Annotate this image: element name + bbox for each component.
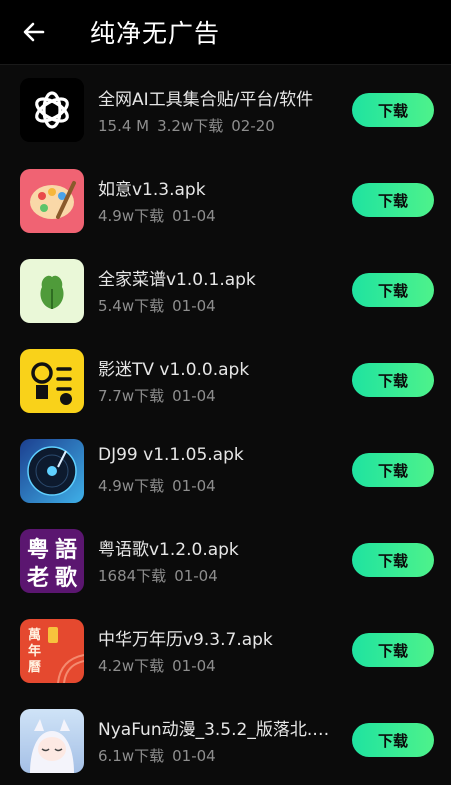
item-name: 影迷TV v1.0.0.apk xyxy=(98,360,250,380)
item-date: 01-04 xyxy=(172,297,216,315)
item-downloads: 1684下载 xyxy=(98,567,167,585)
item-size: 15.4 M xyxy=(98,117,150,135)
list-item[interactable]: 影迷TV v1.0.0.apk 7.7w下载 01-04 下载 xyxy=(0,335,451,425)
item-downloads: 4.9w下载 xyxy=(98,477,165,495)
item-name: DJ99 v1.1.05.apk xyxy=(98,445,244,465)
vegetable-icon xyxy=(20,259,84,323)
download-button[interactable]: 下载 xyxy=(352,363,434,397)
download-button[interactable]: 下载 xyxy=(352,183,434,217)
list-item[interactable]: 全家菜谱v1.0.1.apk 5.4w下载 01-04 下载 xyxy=(0,245,451,335)
icon-char: 萬 xyxy=(28,627,41,643)
item-name: NyaFun动漫_3.5.2_版落北.apk xyxy=(98,720,334,740)
list-item[interactable]: 全网AI工具集合贴/平台/软件 15.4 M 3.2w下载 02-20 下载 xyxy=(0,65,451,155)
list-item[interactable]: DJ99 v1.1.05.apk 4.9w下载 01-04 下载 xyxy=(0,425,451,515)
list-item[interactable]: NyaFun动漫_3.5.2_版落北.apk 6.1w下载 01-04 下载 xyxy=(0,695,451,785)
item-meta: 7.7w下载 01-04 xyxy=(98,385,224,406)
back-button[interactable] xyxy=(14,12,54,52)
download-button[interactable]: 下载 xyxy=(352,273,434,307)
anime-girl-icon xyxy=(20,709,84,773)
item-date: 01-04 xyxy=(172,387,216,405)
download-button[interactable]: 下载 xyxy=(352,93,434,127)
list-item[interactable]: 萬 年 曆 中华万年历v9.3.7.apk 4.2w下载 01-04 下载 xyxy=(0,605,451,695)
item-meta: 4.9w下载 01-04 xyxy=(98,475,224,496)
palette-icon xyxy=(20,169,84,233)
item-meta: 15.4 M 3.2w下载 02-20 xyxy=(98,115,283,136)
icon-char: 老 xyxy=(26,565,49,591)
item-name: 全家菜谱v1.0.1.apk xyxy=(98,270,256,290)
list-item[interactable]: 如意v1.3.apk 4.9w下载 01-04 下载 xyxy=(0,155,451,245)
item-downloads: 4.9w下载 xyxy=(98,207,165,225)
download-button[interactable]: 下载 xyxy=(352,453,434,487)
icon-char: 年 xyxy=(28,643,41,659)
item-date: 01-04 xyxy=(172,747,216,765)
item-name: 如意v1.3.apk xyxy=(98,180,206,200)
download-button[interactable]: 下载 xyxy=(352,543,434,577)
item-meta: 5.4w下载 01-04 xyxy=(98,295,224,316)
icon-char: 語 xyxy=(55,537,77,563)
item-downloads: 4.2w下载 xyxy=(98,657,165,675)
item-date: 01-04 xyxy=(172,207,216,225)
item-meta: 6.1w下载 01-04 xyxy=(98,745,224,766)
item-name: 粤语歌v1.2.0.apk xyxy=(98,540,239,560)
download-button[interactable]: 下载 xyxy=(352,633,434,667)
icon-char: 曆 xyxy=(28,660,41,675)
item-meta: 1684下载 01-04 xyxy=(98,565,226,586)
yingmi-logo-icon xyxy=(20,349,84,413)
item-meta: 4.9w下载 01-04 xyxy=(98,205,224,226)
list-item[interactable]: 粤 語 老 歌 粤语歌v1.2.0.apk 1684下载 01-04 下载 xyxy=(0,515,451,605)
app-header: 纯净无广告 xyxy=(0,0,451,64)
item-name: 中华万年历v9.3.7.apk xyxy=(98,630,273,650)
yueyu-laoge-logo-icon: 粤 語 老 歌 xyxy=(20,529,84,593)
download-button[interactable]: 下载 xyxy=(352,723,434,757)
calendar-logo-icon: 萬 年 曆 xyxy=(20,619,84,683)
vinyl-disc-icon xyxy=(20,439,84,503)
icon-char: 歌 xyxy=(55,565,78,591)
icon-char: 粤 xyxy=(27,537,49,563)
item-downloads: 7.7w下载 xyxy=(98,387,165,405)
item-name: 全网AI工具集合贴/平台/软件 xyxy=(98,90,314,110)
item-date: 01-04 xyxy=(172,477,216,495)
item-downloads: 5.4w下载 xyxy=(98,297,165,315)
page-title: 纯净无广告 xyxy=(90,19,221,48)
item-date: 01-04 xyxy=(174,567,218,585)
arrow-left-icon xyxy=(23,22,45,42)
item-date: 02-20 xyxy=(231,117,275,135)
openai-logo-icon xyxy=(20,78,84,142)
item-meta: 4.2w下载 01-04 xyxy=(98,655,224,676)
item-downloads: 3.2w下载 xyxy=(157,117,224,135)
item-downloads: 6.1w下载 xyxy=(98,747,165,765)
item-date: 01-04 xyxy=(172,657,216,675)
